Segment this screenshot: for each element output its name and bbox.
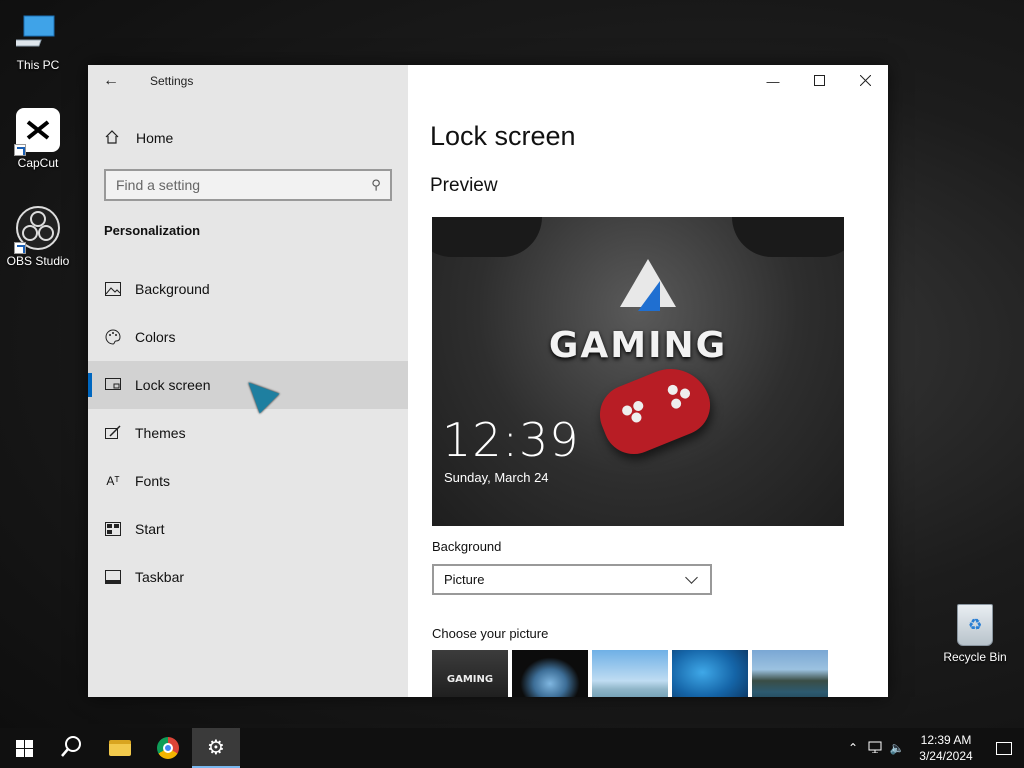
background-dropdown-value: Picture	[444, 572, 485, 587]
volume-muted-icon[interactable]: 🔈	[886, 741, 908, 755]
sidebar-nav: Background Colors Lock screen Themes Aᵀ …	[88, 265, 408, 601]
preview-heading: Preview	[430, 175, 498, 196]
desktop-icon-label: This PC	[16, 58, 60, 72]
home-label: Home	[136, 130, 174, 146]
settings-taskbar-button[interactable]: ⚙	[192, 728, 240, 768]
chevron-up-icon[interactable]: ⌃	[842, 741, 864, 755]
search-input[interactable]	[116, 177, 362, 193]
clock-time: 12:39 AM	[920, 733, 972, 747]
desktop-icon-recycle-bin[interactable]: Recycle Bin	[937, 604, 1013, 664]
picture-thumbnail[interactable]	[592, 650, 668, 697]
section-heading: Personalization	[104, 223, 201, 238]
window-title: Settings	[150, 74, 194, 88]
obs-icon	[14, 206, 60, 254]
settings-content: Lock screen Preview GAMING 12:39 Sunday,…	[408, 65, 888, 697]
back-arrow-icon: ←	[103, 72, 119, 89]
notification-button[interactable]	[984, 728, 1024, 768]
folder-icon	[109, 740, 131, 756]
windows-logo-icon	[15, 739, 33, 757]
brand-text: GAMING	[548, 325, 728, 366]
brand-logo-accent	[638, 281, 660, 311]
shortcut-arrow-icon	[14, 242, 26, 254]
sidebar-item-label: Fonts	[135, 473, 171, 489]
chrome-icon	[157, 737, 179, 759]
preview-decoration	[732, 217, 844, 257]
taskbar-icon	[104, 568, 122, 586]
preview-time: 12:39	[442, 413, 580, 467]
start-button[interactable]	[0, 728, 48, 768]
gear-icon: ⚙	[207, 736, 225, 759]
sidebar-item-taskbar[interactable]: Taskbar	[88, 553, 408, 601]
sidebar-item-label: Background	[135, 281, 210, 297]
desktop-icon-this-pc[interactable]: This PC	[0, 10, 76, 72]
start-icon	[104, 520, 122, 538]
computer-icon	[6, 10, 60, 54]
settings-window: ← Settings Home ⚲ Personalization Backgr…	[88, 65, 888, 697]
sidebar-item-label: Colors	[135, 329, 176, 345]
taskbar: ⚙ ⌃ 🔈 12:39 AM 3/24/2024	[0, 728, 1024, 768]
palette-icon	[104, 328, 122, 346]
sidebar-item-fonts[interactable]: Aᵀ Fonts	[88, 457, 408, 505]
clock-date: 3/24/2024	[919, 749, 973, 763]
image-icon	[104, 280, 122, 298]
search-icon	[61, 735, 83, 762]
desktop-icon-label: Recycle Bin	[943, 650, 1007, 664]
chevron-down-icon	[685, 570, 698, 584]
desktop-icon-obs-studio[interactable]: OBS Studio	[0, 206, 76, 268]
home-nav-item[interactable]: Home	[88, 121, 408, 155]
shortcut-arrow-icon	[14, 144, 26, 156]
sidebar-item-background[interactable]: Background	[88, 265, 408, 313]
preview-decoration	[432, 217, 542, 257]
home-icon	[104, 129, 122, 148]
preview-date: Sunday, March 24	[444, 470, 549, 485]
sidebar-item-label: Lock screen	[135, 377, 211, 393]
desktop-icon-capcut[interactable]: CapCut	[0, 108, 76, 170]
picture-thumbnail[interactable]	[752, 650, 828, 697]
picture-thumbnail[interactable]	[512, 650, 588, 697]
sidebar-item-label: Start	[135, 521, 165, 537]
gamepad-icon	[590, 356, 720, 464]
sidebar-item-themes[interactable]: Themes	[88, 409, 408, 457]
search-button[interactable]	[48, 728, 96, 768]
desktop-icon-label: CapCut	[17, 156, 59, 170]
lock-screen-preview: GAMING 12:39 Sunday, March 24	[432, 217, 844, 526]
thumbnail-text: GAMING	[446, 674, 494, 685]
lock-screen-icon	[104, 376, 122, 394]
capcut-icon	[14, 108, 60, 156]
page-title: Lock screen	[430, 121, 576, 151]
notification-icon	[996, 741, 1012, 755]
sidebar-item-label: Taskbar	[135, 569, 185, 585]
picture-thumbnail[interactable]	[672, 650, 748, 697]
system-tray: ⌃ 🔈 12:39 AM 3/24/2024	[842, 728, 1024, 768]
network-icon[interactable]	[864, 741, 886, 756]
font-icon: Aᵀ	[106, 474, 120, 488]
sidebar-item-colors[interactable]: Colors	[88, 313, 408, 361]
brush-icon	[104, 424, 122, 442]
search-icon[interactable]: ⚲	[362, 177, 390, 193]
search-box[interactable]: ⚲	[104, 169, 392, 201]
background-dropdown[interactable]: Picture	[432, 564, 712, 595]
clock[interactable]: 12:39 AM 3/24/2024	[908, 732, 984, 764]
sidebar-item-label: Themes	[135, 425, 186, 441]
file-explorer-button[interactable]	[96, 728, 144, 768]
chrome-button[interactable]	[144, 728, 192, 768]
background-label: Background	[432, 539, 502, 554]
title-bar: ← Settings	[88, 65, 408, 97]
sidebar-item-start[interactable]: Start	[88, 505, 408, 553]
picture-thumbnails: GAMING	[432, 650, 828, 697]
back-button[interactable]: ←	[88, 65, 134, 97]
desktop-icon-label: OBS Studio	[6, 254, 70, 268]
recycle-bin-icon	[957, 604, 993, 646]
picture-thumbnail[interactable]: GAMING	[432, 650, 508, 697]
choose-picture-label: Choose your picture	[432, 626, 549, 641]
